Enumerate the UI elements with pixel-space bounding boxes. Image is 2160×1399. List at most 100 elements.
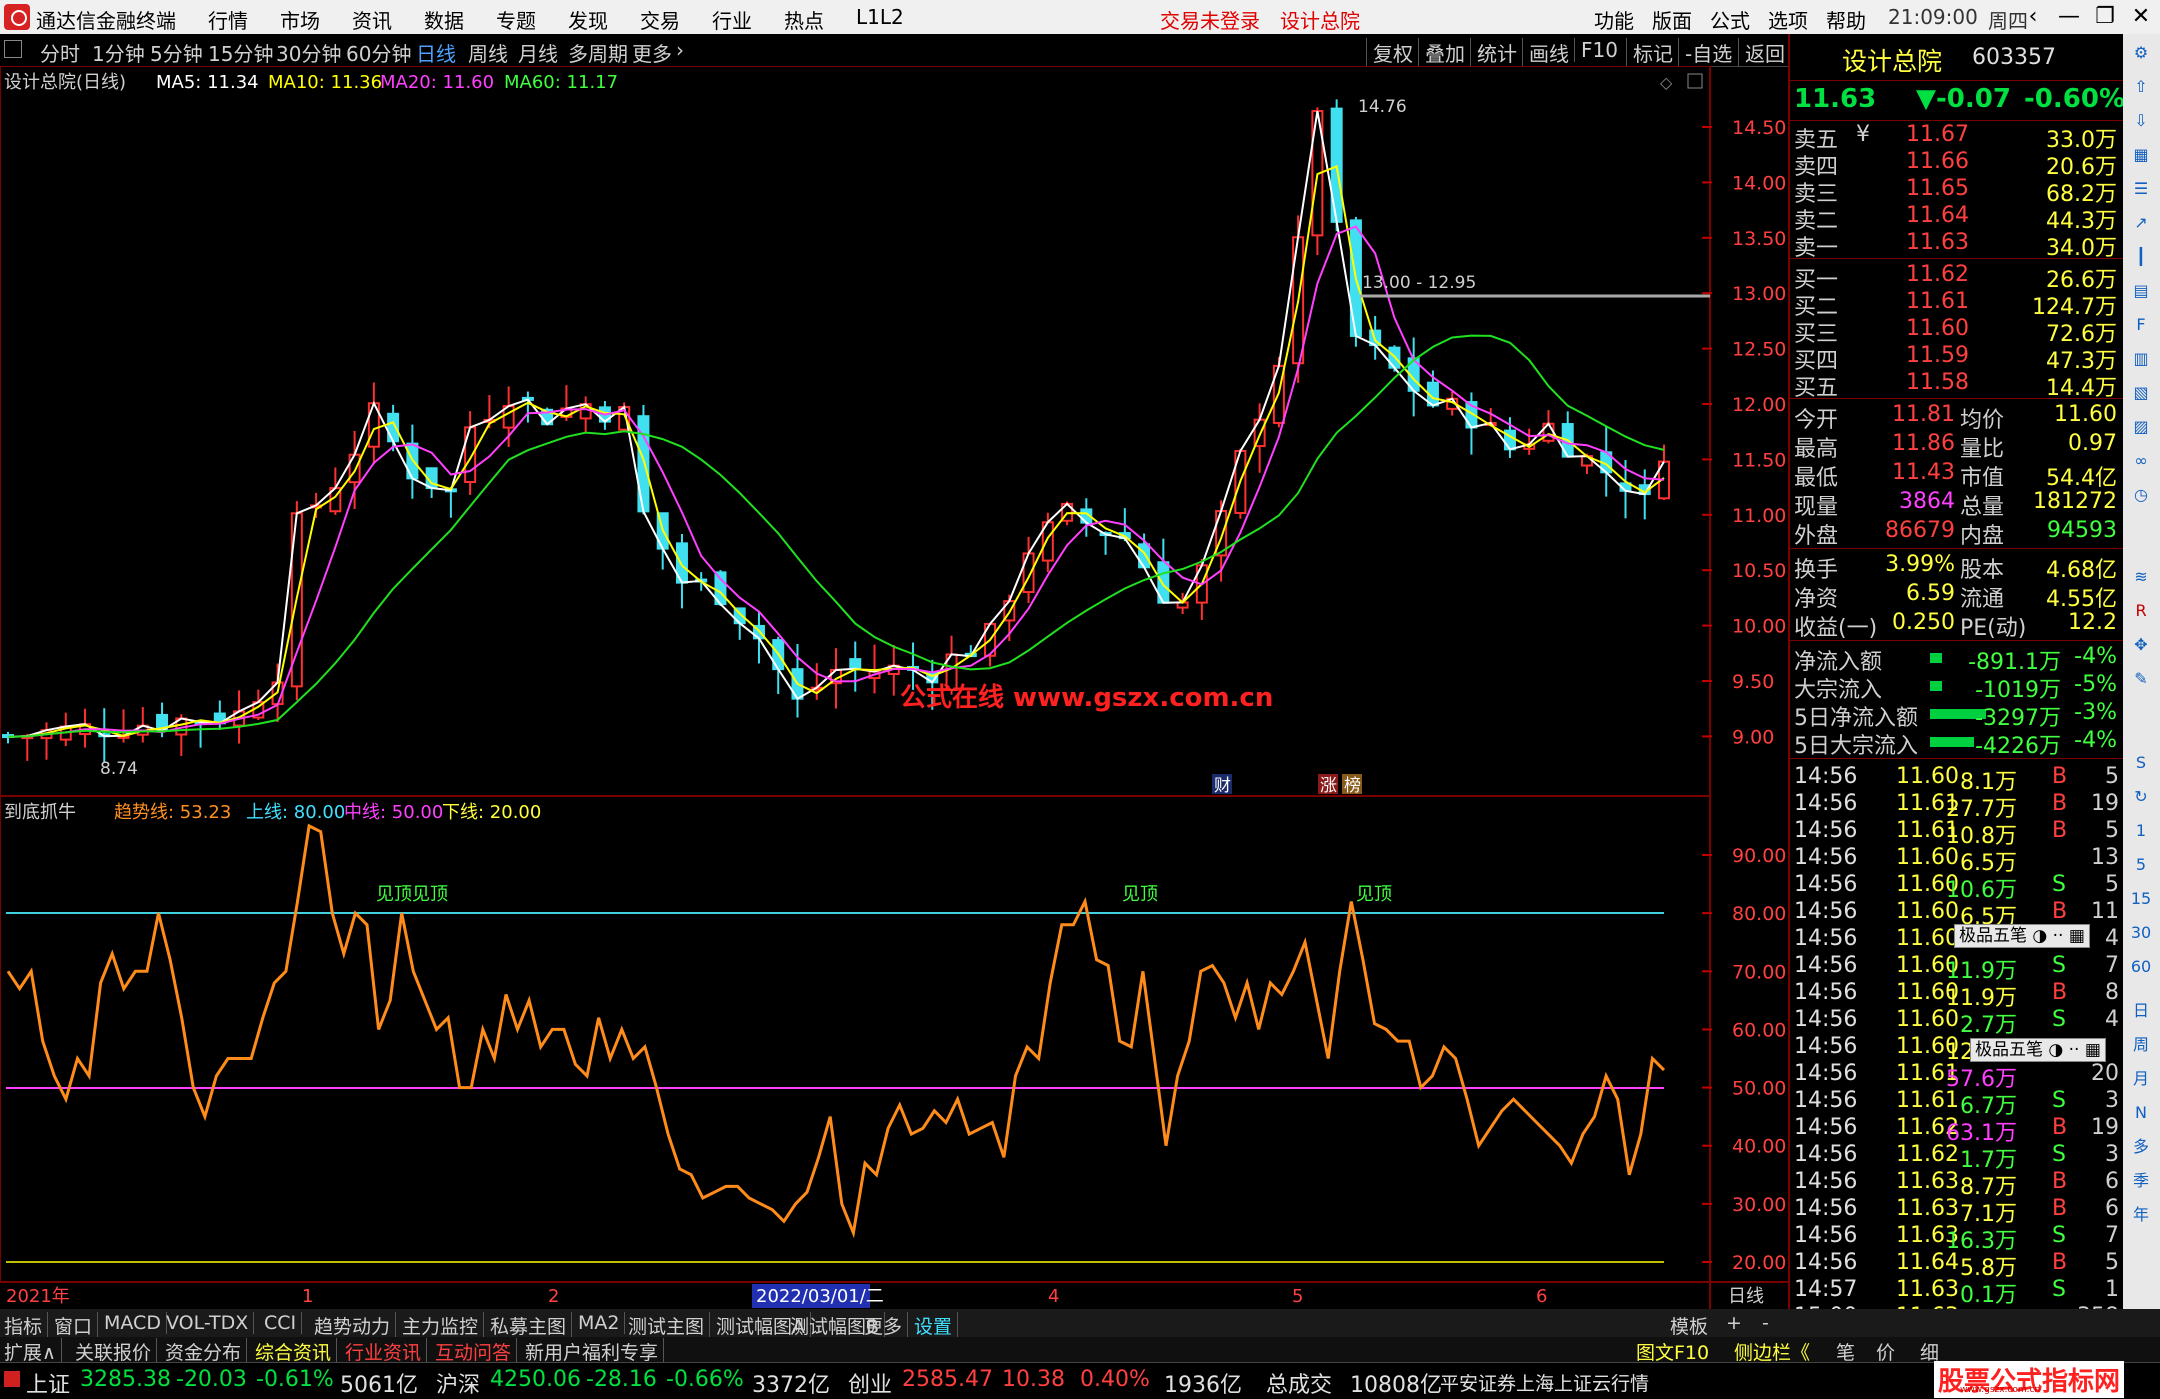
ime-popup-2[interactable]: 极品五笔 ◑ ·· ▦ bbox=[1970, 1038, 2106, 1062]
num-30-icon[interactable]: 30 bbox=[2127, 920, 2155, 946]
period-tab-5min[interactable]: 5分钟 bbox=[150, 38, 203, 67]
info-tab-4[interactable]: 行业资讯 bbox=[345, 1338, 428, 1365]
period-tab-60min[interactable]: 60分钟 bbox=[346, 38, 411, 67]
ask-row-1[interactable]: 卖一 11.63 34.0万 bbox=[1790, 230, 2125, 261]
grid-icon[interactable]: ▦ bbox=[2127, 142, 2155, 168]
tool-overlay-button[interactable]: 叠加 bbox=[1418, 38, 1465, 67]
ask-row-3[interactable]: 卖三 11.65 68.2万 bbox=[1790, 176, 2125, 207]
indicator-tab-6[interactable]: 主力监控 bbox=[402, 1312, 485, 1339]
f10-icon[interactable]: F bbox=[2127, 312, 2155, 338]
doc-icon[interactable]: ▤ bbox=[2127, 278, 2155, 304]
menu-item-options[interactable]: 选项 bbox=[1768, 5, 1808, 34]
period-tab-30min[interactable]: 30分钟 bbox=[276, 38, 341, 67]
window-back-icon[interactable]: ‹ bbox=[2016, 2, 2050, 32]
filter-icon[interactable]: ▨ bbox=[2127, 414, 2155, 440]
day-icon[interactable]: 日 bbox=[2127, 998, 2155, 1024]
indicator-name[interactable]: 到底抓牛 bbox=[4, 802, 76, 823]
num-60-icon[interactable]: 60 bbox=[2127, 954, 2155, 980]
tool-draw-button[interactable]: 画线 bbox=[1522, 38, 1569, 67]
info-right-tab-3[interactable]: 价 bbox=[1876, 1338, 1895, 1365]
month-icon[interactable]: 月 bbox=[2127, 1066, 2155, 1092]
info-tab-2[interactable]: 资金分布 bbox=[165, 1338, 248, 1365]
pen-icon[interactable]: ✎ bbox=[2127, 666, 2155, 692]
menu-item-data[interactable]: 数据 bbox=[424, 5, 464, 34]
menu-item-hot[interactable]: 热点 bbox=[784, 5, 824, 34]
kline-chart-area[interactable]: 设计总院(日线) MA5: 11.34 MA10: 11.36MA20: 11.6… bbox=[0, 66, 1788, 1309]
list-icon[interactable]: ☰ bbox=[2127, 176, 2155, 202]
restore-icon[interactable]: ❐ bbox=[2088, 2, 2122, 32]
indicator-tab-9[interactable]: 测试主图 bbox=[628, 1312, 711, 1339]
hs-label[interactable]: 沪深 bbox=[436, 1367, 480, 1399]
indicator-icon[interactable]: ≋ bbox=[2127, 564, 2155, 590]
tool-f10-button[interactable]: F10 bbox=[1574, 38, 1618, 62]
period-tab-weekly[interactable]: 周线 bbox=[468, 38, 508, 67]
bid-row-2[interactable]: 买二 11.61 124.7万 bbox=[1790, 289, 2125, 320]
refresh-icon[interactable]: ↻ bbox=[2127, 784, 2155, 810]
menu-item-topics[interactable]: 专题 bbox=[496, 5, 536, 34]
flow-row-3[interactable]: 5日大宗流入 -4226万 -4% bbox=[1790, 728, 2125, 759]
n-icon[interactable]: N bbox=[2127, 1100, 2155, 1126]
indicator-tab-0[interactable]: 指标 bbox=[4, 1312, 49, 1339]
menu-item-trade[interactable]: 交易 bbox=[640, 5, 680, 34]
bid-row-3[interactable]: 买三 11.60 72.6万 bbox=[1790, 316, 2125, 347]
move-icon[interactable]: ✥ bbox=[2127, 632, 2155, 658]
menu-item-formula[interactable]: 公式 bbox=[1710, 5, 1750, 34]
menu-item-help[interactable]: 帮助 bbox=[1826, 5, 1866, 34]
candle-icon[interactable]: ┃ bbox=[2127, 244, 2155, 270]
info-right-tab-2[interactable]: 笔 bbox=[1836, 1338, 1855, 1365]
menu-item-quotes[interactable]: 行情 bbox=[208, 5, 248, 34]
period-tab-multi[interactable]: 多周期 bbox=[568, 38, 628, 67]
arrow-down-icon[interactable]: ⇩ bbox=[2127, 108, 2155, 134]
menu-item-layout[interactable]: 版面 bbox=[1652, 5, 1692, 34]
indicator-tab-2[interactable]: MACD bbox=[104, 1312, 167, 1334]
menu-item-market[interactable]: 市场 bbox=[280, 5, 320, 34]
fs-icon[interactable]: S bbox=[2127, 750, 2155, 776]
indicator-tab-8[interactable]: MA2 bbox=[578, 1312, 626, 1334]
tool-stats-button[interactable]: 统计 bbox=[1470, 38, 1517, 67]
indicator-tab-3[interactable]: VOL-TDX bbox=[166, 1312, 255, 1334]
indicator-tab-7[interactable]: 私募主图 bbox=[490, 1312, 573, 1339]
period-tab-daily[interactable]: 日线 bbox=[416, 38, 456, 67]
menu-item-l1l2[interactable]: L1L2 bbox=[856, 5, 904, 29]
ask-row-2[interactable]: 卖二 11.64 44.3万 bbox=[1790, 203, 2125, 234]
menu-item-function[interactable]: 功能 bbox=[1594, 5, 1634, 34]
menu-item-industry[interactable]: 行业 bbox=[712, 5, 752, 34]
ask-row-4[interactable]: 卖四 11.66 20.6万 bbox=[1790, 149, 2125, 180]
marker-limit-up[interactable]: 涨 bbox=[1320, 776, 1337, 796]
cy-label[interactable]: 创业 bbox=[848, 1367, 892, 1399]
indicator-tab-4[interactable]: CCI bbox=[264, 1312, 303, 1334]
info-right-tab-0[interactable]: 图文F10 bbox=[1636, 1338, 1709, 1365]
period-tab-intraday[interactable]: 分时 bbox=[40, 38, 80, 67]
trade-login-status[interactable]: 交易未登录 bbox=[1160, 5, 1260, 34]
trend-icon[interactable]: ↗ bbox=[2127, 210, 2155, 236]
clock-icon[interactable]: ◷ bbox=[2127, 482, 2155, 508]
link-icon[interactable]: ∞ bbox=[2127, 448, 2155, 474]
flow-row-1[interactable]: 大宗流入 -1019万 -5% bbox=[1790, 672, 2125, 703]
bid-row-1[interactable]: 买一 11.62 26.6万 bbox=[1790, 262, 2125, 293]
period-tab-1min[interactable]: 1分钟 bbox=[92, 38, 145, 67]
ime-popup-1[interactable]: 极品五笔 ◑ ·· ▦ bbox=[1954, 924, 2090, 948]
period-tab-more[interactable]: 更多 bbox=[632, 38, 672, 67]
tool-watchlist-button[interactable]: -自选 bbox=[1678, 38, 1732, 67]
num-15-icon[interactable]: 15 bbox=[2127, 886, 2155, 912]
info-tab-0[interactable]: 扩展∧ bbox=[4, 1338, 62, 1365]
period-tab-15min[interactable]: 15分钟 bbox=[208, 38, 273, 67]
period-tab-monthly[interactable]: 月线 bbox=[518, 38, 558, 67]
chart-icon[interactable]: ▧ bbox=[2127, 380, 2155, 406]
tool-back-button[interactable]: 返回 bbox=[1738, 38, 1785, 67]
flow-row-2[interactable]: 5日净流入额 -3297万 -3% bbox=[1790, 700, 2125, 731]
info-tab-1[interactable]: 关联报价 bbox=[75, 1338, 158, 1365]
bid-row-4[interactable]: 买四 11.59 47.3万 bbox=[1790, 343, 2125, 374]
table-icon[interactable]: ▥ bbox=[2127, 346, 2155, 372]
chevron-right-icon[interactable]: › bbox=[676, 38, 684, 62]
diamond-icon[interactable]: ◇ bbox=[1660, 73, 1673, 92]
indicator-tab-13[interactable]: 设置 bbox=[914, 1312, 959, 1339]
arrow-up-icon[interactable]: ⇧ bbox=[2127, 74, 2155, 100]
template-button[interactable]: 模板 bbox=[1670, 1312, 1708, 1339]
maximize-panel-icon[interactable] bbox=[1687, 73, 1703, 89]
info-right-tab-1[interactable]: 侧边栏《 bbox=[1734, 1338, 1810, 1365]
minimize-icon[interactable]: — bbox=[2052, 2, 2086, 32]
marker-finance[interactable]: 财 bbox=[1214, 776, 1231, 796]
indicator-tab-5[interactable]: 趋势动力 bbox=[314, 1312, 397, 1339]
gear-icon[interactable]: ⚙ bbox=[2127, 40, 2155, 66]
